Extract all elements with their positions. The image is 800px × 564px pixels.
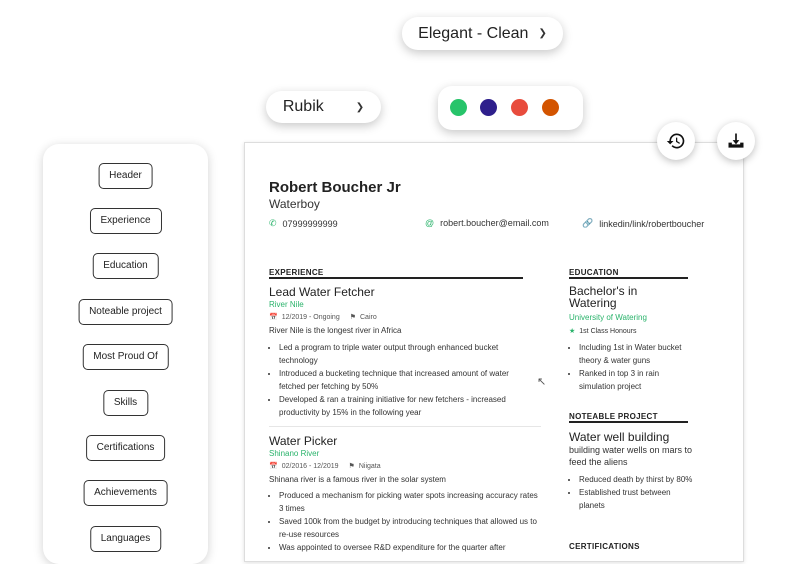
location-pin-icon: ⚑	[349, 314, 356, 321]
location-pin-icon: ⚑	[348, 463, 355, 470]
list-item[interactable]: Developed & ran a training initiative fo…	[279, 393, 531, 419]
education-section-title: EDUCATION	[569, 268, 619, 277]
list-item[interactable]: Including 1st in Water bucket theory & w…	[579, 341, 697, 367]
section-button-languages[interactable]: Languages	[89, 526, 162, 552]
section-button-experience[interactable]: Experience	[89, 208, 162, 234]
calendar-icon: 📅	[269, 314, 278, 321]
project-bullets: Reduced death by thirst by 80% Establish…	[569, 473, 697, 512]
section-button-header[interactable]: Header	[98, 163, 153, 189]
resume-name[interactable]: Robert Boucher Jr	[269, 179, 401, 196]
section-button-achievements[interactable]: Achievements	[83, 480, 168, 506]
history-icon	[666, 133, 685, 149]
link-icon: 🔗	[582, 218, 594, 228]
list-item[interactable]: Led a program to triple water output thr…	[279, 341, 531, 367]
section-button-education[interactable]: Education	[92, 253, 159, 279]
job-title[interactable]: Lead Water Fetcher	[269, 285, 375, 299]
download-icon	[728, 133, 744, 148]
contact-linkedin[interactable]: 🔗 linkedin/link/robertboucher	[582, 218, 704, 229]
color-picker	[438, 86, 583, 130]
job-title[interactable]: Water Picker	[269, 434, 337, 448]
job-meta: 📅 02/2016 - 12/2019 ⚑ Niigata	[269, 462, 381, 471]
education-degree[interactable]: Bachelor's in Watering	[569, 285, 679, 309]
job-description[interactable]: River Nile is the longest river in Afric…	[269, 326, 402, 335]
education-bullets: Including 1st in Water bucket theory & w…	[569, 341, 697, 393]
color-swatch-indigo[interactable]	[480, 99, 497, 116]
font-select[interactable]: Rubik ❯	[266, 91, 381, 123]
divider	[269, 426, 541, 427]
project-description[interactable]: building water wells on mars to feed the…	[569, 444, 694, 468]
chevron-down-icon: ❯	[538, 28, 547, 39]
color-swatch-red[interactable]	[511, 99, 528, 116]
list-item[interactable]: Produced a mechanism for picking water s…	[279, 489, 541, 515]
list-item[interactable]: Was appointed to oversee R&D expenditure…	[279, 541, 541, 554]
resume-preview: Robert Boucher Jr Waterboy ✆ 07999999999…	[244, 142, 744, 562]
job-company[interactable]: Shinano River	[269, 449, 319, 458]
reset-button[interactable]	[657, 122, 695, 160]
calendar-icon: 📅	[269, 463, 278, 470]
chevron-down-icon: ❯	[355, 101, 365, 113]
education-school[interactable]: University of Watering	[569, 313, 647, 322]
phone-icon: ✆	[269, 218, 277, 228]
section-sidebar: Header Experience Education Noteable pro…	[43, 144, 208, 564]
list-item[interactable]: Introduced a bucketing technique that in…	[279, 367, 531, 393]
list-item[interactable]: Saved 100k from the budget by introducin…	[279, 515, 541, 541]
download-button[interactable]	[717, 122, 755, 160]
list-item[interactable]: Established trust between planets	[579, 486, 697, 512]
section-rule	[569, 277, 688, 279]
experience-section-title: EXPERIENCE	[269, 268, 324, 277]
section-button-most-proud-of[interactable]: Most Proud Of	[82, 344, 169, 370]
contact-phone[interactable]: ✆ 07999999999	[269, 218, 338, 229]
at-icon: @	[425, 218, 435, 228]
section-button-certifications[interactable]: Certifications	[85, 435, 166, 461]
job-company[interactable]: River Nile	[269, 300, 304, 309]
template-select[interactable]: Elegant - Clean ❯	[402, 17, 563, 50]
section-rule	[569, 421, 688, 423]
list-item[interactable]: Reduced death by thirst by 80%	[579, 473, 697, 486]
star-icon: ★	[569, 328, 576, 335]
contact-email[interactable]: @ robert.boucher@email.com	[425, 218, 549, 228]
section-rule	[269, 277, 523, 279]
section-button-skills[interactable]: Skills	[102, 390, 149, 416]
mouse-cursor-icon: ↖	[537, 376, 547, 388]
list-item[interactable]: Ranked in top 3 in rain simulation proje…	[579, 367, 697, 393]
project-name[interactable]: Water well building	[569, 430, 669, 444]
job-bullets: Led a program to triple water output thr…	[269, 341, 531, 419]
font-select-value: Rubik	[282, 98, 324, 115]
color-swatch-orange[interactable]	[542, 99, 559, 116]
resume-role[interactable]: Waterboy	[269, 197, 320, 211]
job-meta: 📅 12/2019 - Ongoing ⚑ Cairo	[269, 313, 377, 322]
project-section-title: NOTEABLE PROJECT	[569, 412, 658, 421]
color-swatch-green[interactable]	[450, 99, 467, 116]
job-bullets: Produced a mechanism for picking water s…	[269, 489, 541, 554]
job-description[interactable]: Shinana river is a famous river in the s…	[269, 475, 446, 484]
template-select-value: Elegant - Clean	[418, 24, 529, 42]
education-honour: ★ 1st Class Honours	[569, 327, 637, 336]
section-button-noteable-project[interactable]: Noteable project	[78, 299, 173, 325]
